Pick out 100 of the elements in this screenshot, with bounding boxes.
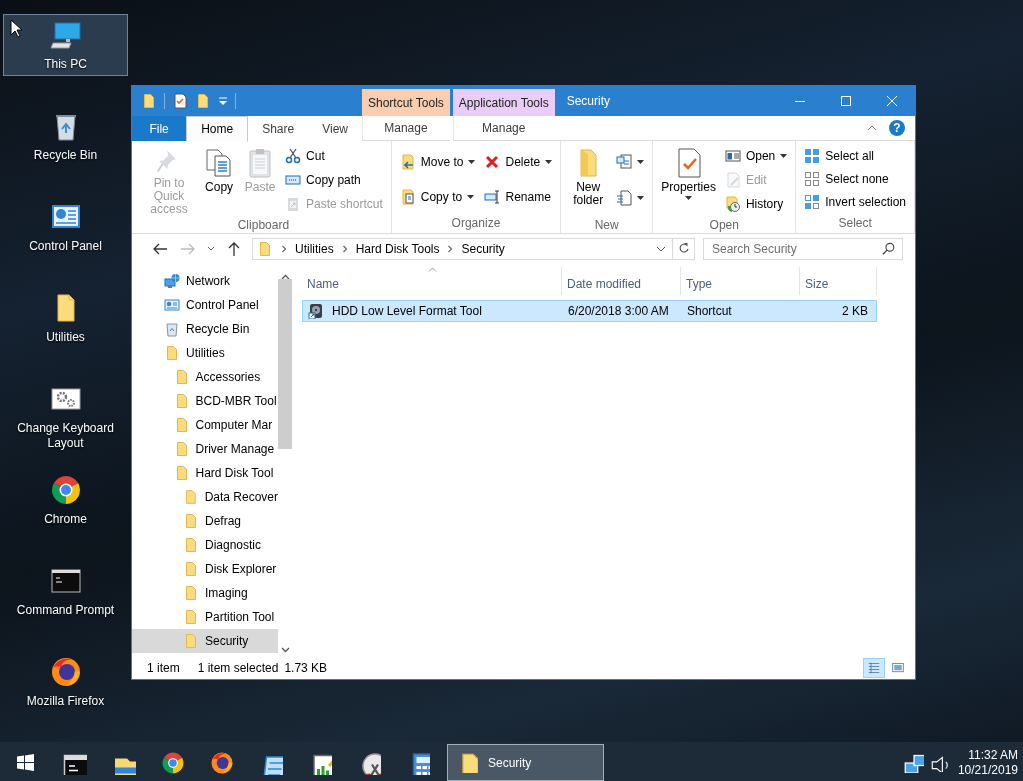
window-icon: [724, 148, 741, 164]
ribbon-button[interactable]: Open: [721, 145, 791, 167]
contextual-tab-header: Shortcut Tools: [362, 89, 450, 116]
search-field[interactable]: Search Security: [703, 238, 903, 260]
select-all-icon: [804, 147, 821, 164]
folder-icon: [183, 633, 199, 649]
table-cell: 6/20/2018 3:00 AM: [568, 304, 669, 318]
copy-folder-icon: [399, 188, 416, 205]
nav-item[interactable]: BCD-MBR Tool: [132, 389, 278, 413]
document-icon: [616, 190, 633, 206]
desktop-shortcut[interactable]: Change Keyboard Layout: [3, 378, 128, 455]
nav-item[interactable]: Network: [132, 269, 278, 293]
nav-item[interactable]: Driver Manage: [132, 437, 278, 461]
delete-icon: [484, 153, 501, 170]
browser-icon: [49, 656, 82, 688]
close-icon: [887, 96, 897, 106]
forward-arrow-icon: [180, 241, 196, 257]
browser-icon: [49, 474, 82, 506]
group-label: Organize: [450, 216, 502, 232]
caret-icon: [780, 154, 788, 158]
desktop-shortcut[interactable]: Mozilla Firefox: [3, 651, 128, 713]
chevron-icon: [280, 245, 288, 253]
view-button[interactable]: [863, 658, 885, 678]
help-button[interactable]: ?: [889, 120, 905, 136]
up-arrow-icon: [226, 241, 242, 257]
caret-icon: [545, 159, 553, 164]
breadcrumb[interactable]: Hard Disk Tools: [355, 242, 440, 256]
network-icon: [903, 752, 924, 773]
file-tab[interactable]: File: [132, 116, 187, 141]
ribbon-tab[interactable]: Manage: [452, 116, 555, 141]
nav-item[interactable]: Defrag: [132, 509, 278, 533]
folder-icon: [183, 609, 199, 625]
search-icon: [882, 242, 896, 256]
caret-icon: [468, 159, 476, 164]
nav-item[interactable]: Diagnostic: [132, 533, 278, 557]
desktop-shortcut[interactable]: Recycle Bin: [3, 105, 128, 167]
breadcrumb[interactable]: Security: [461, 242, 505, 256]
folder-icon: [183, 513, 199, 529]
window-title: Security: [565, 93, 612, 110]
browser-icon: [209, 750, 234, 775]
table-cell: HDD Low Level Format Tool: [332, 304, 482, 318]
ribbon-button[interactable]: Cut: [282, 145, 386, 167]
column-header[interactable]: Date modified: [562, 267, 681, 295]
scroll-down-icon: [280, 647, 290, 653]
group-label: Clipboard: [236, 218, 291, 233]
clock-date: 10/21/2019: [957, 762, 1018, 778]
desktop-shortcut[interactable]: This PC: [3, 14, 128, 76]
control-panel-icon: [164, 297, 180, 313]
column-header[interactable]: Type: [681, 267, 800, 295]
file-row[interactable]: HDD Low Level Format Tool 6/20/2018 3:00 AM Shortcut 2 KB: [302, 300, 877, 322]
address-bar[interactable]: Utilities Hard Disk Tools Security: [252, 238, 695, 260]
nav-item[interactable]: Recycle Bin: [132, 317, 278, 341]
folder-icon: [164, 345, 180, 361]
nav-item[interactable]: Control Panel: [132, 293, 278, 317]
ribbon-button[interactable]: Properties: [658, 144, 719, 216]
ribbon-button[interactable]: Select none: [801, 168, 909, 190]
column-header[interactable]: Name: [302, 267, 562, 295]
column-header[interactable]: Size: [800, 267, 877, 295]
folder-icon: [183, 537, 199, 553]
desktop-shortcut[interactable]: Chrome: [3, 469, 128, 531]
chevron-icon: [340, 245, 349, 253]
ribbon-tab[interactable]: Manage: [362, 116, 450, 141]
scrollbar-thumb[interactable]: [278, 278, 292, 449]
breadcrumb[interactable]: Utilities: [295, 242, 334, 256]
nav-item[interactable]: Hard Disk Tool: [132, 461, 278, 485]
folder-icon: [183, 561, 199, 577]
select-none-icon: [804, 171, 821, 187]
selection-info: 1 item selected: [197, 661, 279, 675]
chevron-icon: [446, 245, 455, 253]
ribbon-button[interactable]: Select all: [801, 145, 909, 167]
nav-item[interactable]: Security: [132, 629, 278, 653]
nav-item[interactable]: Accessories: [132, 365, 278, 389]
desktop-shortcut[interactable]: Command Prompt: [3, 560, 128, 622]
nav-item[interactable]: Computer Mar: [132, 413, 278, 437]
table-cell: Shortcut: [687, 304, 732, 318]
nav-item[interactable]: Partition Tool: [132, 605, 278, 629]
nav-item[interactable]: Utilities: [132, 341, 278, 365]
collapse-icon: [867, 124, 877, 132]
desktop-shortcut[interactable]: Control Panel: [3, 196, 128, 258]
ribbon-button[interactable]: Invert selection: [801, 191, 909, 213]
desktop-shortcut[interactable]: Utilities: [3, 287, 128, 349]
ribbon-button[interactable]: Copy path: [282, 169, 386, 191]
group-label: Open: [708, 218, 740, 233]
ribbon-button[interactable]: Copy: [200, 144, 239, 216]
ribbon-button[interactable]: Delete: [481, 151, 556, 172]
ribbon-tab[interactable]: Home: [186, 116, 249, 142]
large-icons-view-icon: [891, 662, 905, 674]
ribbon-button[interactable]: Rename: [481, 186, 556, 207]
nav-item[interactable]: Data Recover: [132, 485, 278, 509]
ribbon-button[interactable]: History: [721, 193, 791, 215]
nav-item[interactable]: Disk Explorer: [132, 557, 278, 581]
taskbar-window-button[interactable]: Security: [447, 744, 604, 781]
dropdown-icon: [656, 246, 666, 252]
ribbon-button[interactable]: Move to: [396, 151, 479, 172]
cursor-icon: [10, 19, 23, 39]
nav-item[interactable]: Imaging: [132, 581, 278, 605]
ribbon-button[interactable]: New folder: [566, 144, 611, 216]
ribbon-button[interactable]: Copy to: [396, 186, 479, 207]
caret-icon: [637, 160, 645, 164]
dropdown-icon: [207, 246, 215, 252]
